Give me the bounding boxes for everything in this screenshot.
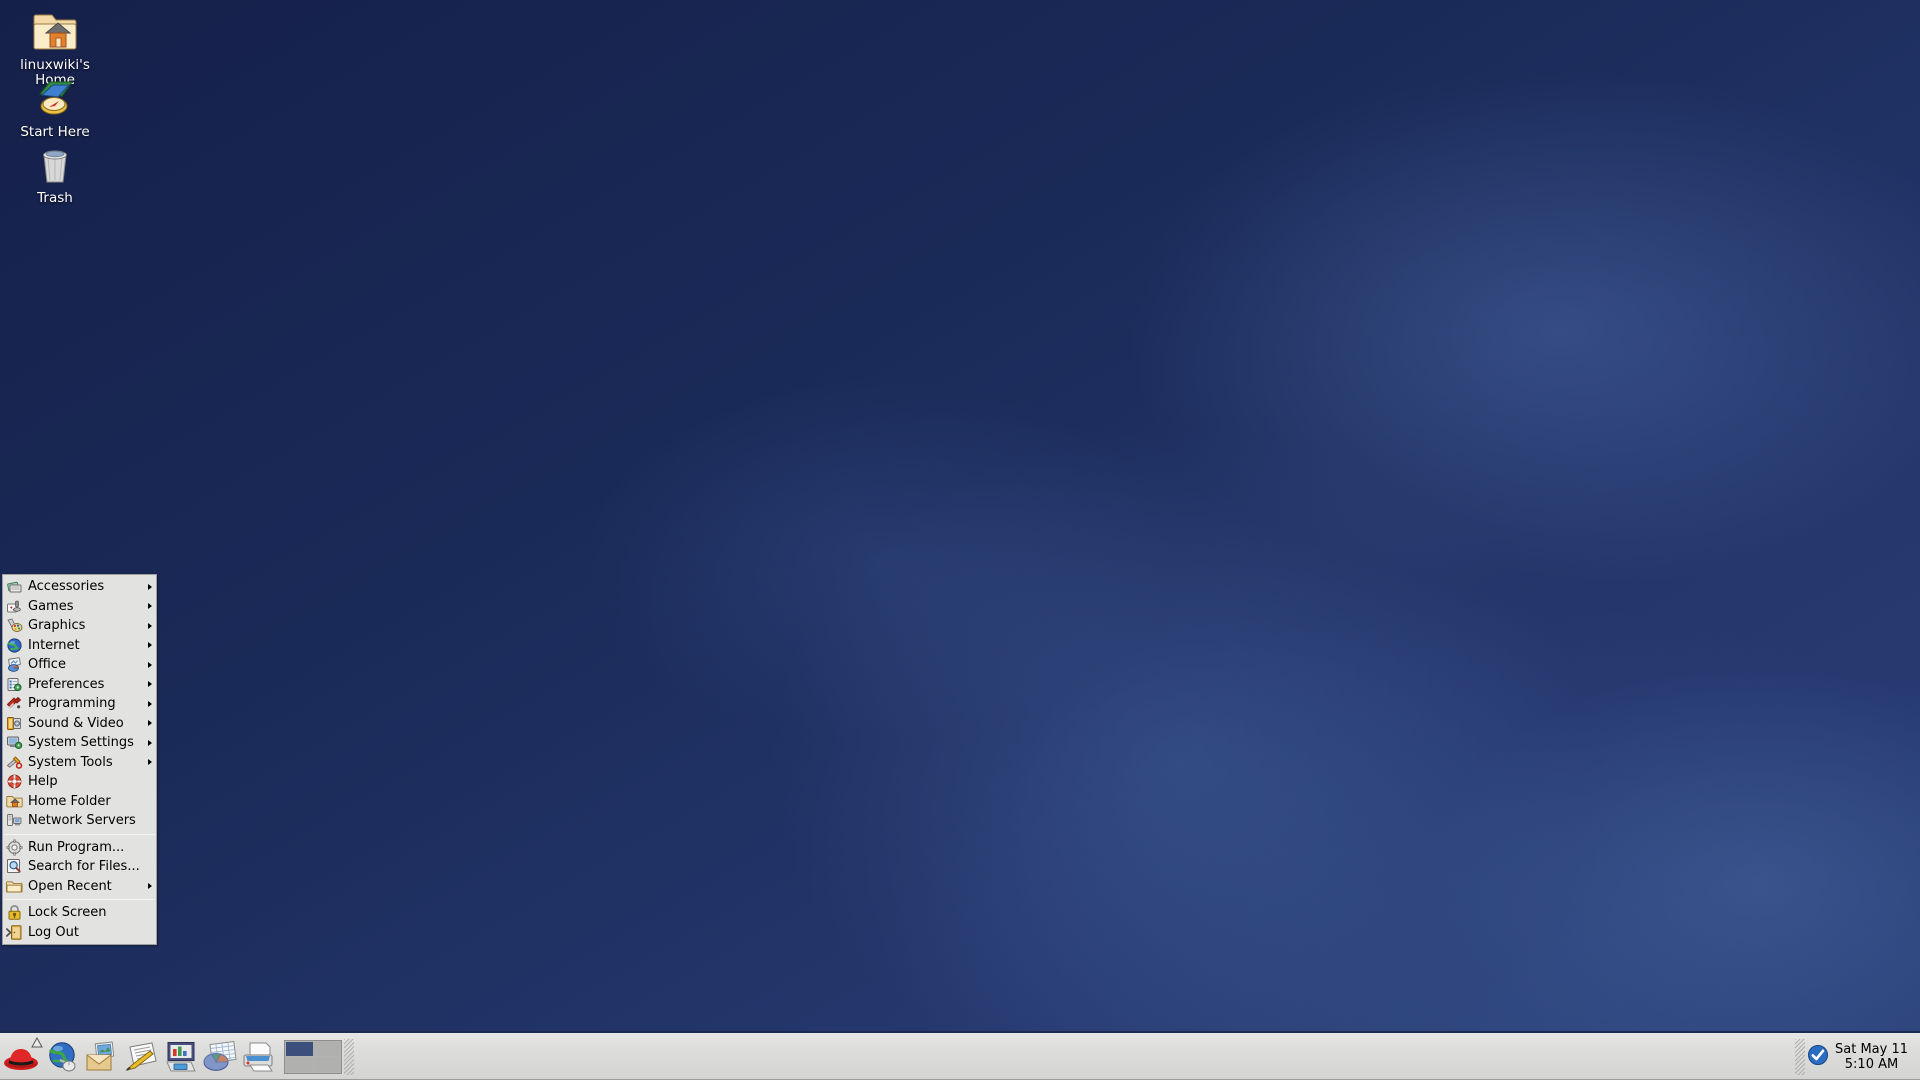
- submenu-arrow-icon: [148, 661, 152, 668]
- workspace-3[interactable]: [286, 1057, 313, 1072]
- web-browser-launcher[interactable]: [44, 1035, 83, 1079]
- presentation-launcher[interactable]: [161, 1035, 200, 1079]
- network-servers-icon: [6, 812, 23, 829]
- start-here-icon: [28, 74, 82, 122]
- open-recent-icon: [6, 878, 23, 895]
- submenu-arrow-icon: [148, 603, 152, 610]
- programming-icon: [6, 695, 23, 712]
- submenu-arrow-icon: [148, 642, 152, 649]
- clock-time: 5:10 AM: [1844, 1056, 1899, 1072]
- workspace-switcher[interactable]: [284, 1039, 342, 1074]
- workspace-1[interactable]: [286, 1041, 313, 1056]
- print-manager-launcher[interactable]: [239, 1035, 278, 1079]
- menu-item-system-tools[interactable]: System Tools: [3, 753, 156, 773]
- menu-item-log-out[interactable]: Log Out: [3, 923, 156, 943]
- desktop-icon-label: Start Here: [20, 124, 90, 140]
- submenu-arrow-icon: [148, 681, 152, 688]
- clock-applet-handle[interactable]: [1795, 1038, 1805, 1075]
- submenu-arrow-icon: [148, 720, 152, 727]
- help-icon: [6, 773, 23, 790]
- office-icon: [6, 656, 23, 673]
- menu-item-label: Graphics: [28, 618, 86, 634]
- system-tools-icon: [6, 754, 23, 771]
- email-launcher[interactable]: [83, 1035, 122, 1079]
- panel-launchers: [0, 1033, 356, 1080]
- submenu-arrow-icon: [148, 700, 152, 707]
- lock-screen-icon: [6, 904, 23, 921]
- desktop-icon-start-here[interactable]: Start Here: [1, 74, 109, 140]
- update-ok-icon: [1807, 1044, 1829, 1070]
- menu-item-label: System Tools: [28, 754, 113, 770]
- menu-item-home-folder[interactable]: Home Folder: [3, 792, 156, 812]
- menu-item-sound-video[interactable]: Sound & Video: [3, 714, 156, 734]
- system-settings-icon: [6, 734, 23, 751]
- games-icon: [6, 598, 23, 615]
- menu-item-run-program[interactable]: Run Program...: [3, 838, 156, 858]
- menu-item-label: Open Recent: [28, 878, 112, 894]
- home-folder-icon: [28, 7, 82, 55]
- menu-item-search-for-files[interactable]: Search for Files...: [3, 857, 156, 877]
- desktop-icon-label: Trash: [37, 190, 73, 206]
- menu-item-programming[interactable]: Programming: [3, 694, 156, 714]
- menu-item-label: Internet: [28, 637, 80, 653]
- menu-item-label: System Settings: [28, 735, 134, 751]
- bottom-panel[interactable]: Sat May 11 5:10 AM: [0, 1031, 1920, 1080]
- menu-item-label: Network Servers: [28, 813, 136, 829]
- preferences-icon: [6, 676, 23, 693]
- submenu-arrow-icon: [148, 622, 152, 629]
- menu-item-label: Run Program...: [28, 839, 125, 855]
- menu-separator: [4, 899, 155, 900]
- submenu-arrow-icon: [148, 883, 152, 890]
- menu-item-network-servers[interactable]: Network Servers: [3, 811, 156, 831]
- submenu-arrow-icon: [148, 739, 152, 746]
- search-icon: [6, 858, 23, 875]
- menu-item-label: Programming: [28, 696, 116, 712]
- menu-item-games[interactable]: Games: [3, 597, 156, 617]
- applications-menu[interactable]: Accessories Games Graphics Internet Offi…: [2, 574, 157, 945]
- clock-applet[interactable]: Sat May 11 5:10 AM: [1807, 1042, 1912, 1072]
- menu-item-open-recent[interactable]: Open Recent: [3, 877, 156, 897]
- menu-item-label: Games: [28, 598, 74, 614]
- log-out-icon: [6, 924, 23, 941]
- menu-item-graphics[interactable]: Graphics: [3, 616, 156, 636]
- submenu-arrow-icon: [148, 583, 152, 590]
- menu-item-label: Lock Screen: [28, 905, 107, 921]
- menu-item-label: Help: [28, 774, 58, 790]
- panel-drag-handle[interactable]: [344, 1038, 354, 1075]
- word-processor-launcher[interactable]: [122, 1035, 161, 1079]
- accessories-icon: [6, 578, 23, 595]
- menu-item-label: Sound & Video: [28, 715, 124, 731]
- workspace-2[interactable]: [313, 1041, 340, 1056]
- menu-item-label: Office: [28, 657, 66, 673]
- menu-item-label: Accessories: [28, 579, 105, 595]
- clock-date: Sat May 11: [1835, 1041, 1908, 1057]
- menu-item-preferences[interactable]: Preferences: [3, 675, 156, 695]
- panel-status-area: Sat May 11 5:10 AM: [1793, 1033, 1920, 1080]
- menu-item-office[interactable]: Office: [3, 655, 156, 675]
- menu-item-help[interactable]: Help: [3, 772, 156, 792]
- menu-item-label: Log Out: [28, 924, 79, 940]
- desktop-icon-trash[interactable]: Trash: [1, 140, 109, 206]
- internet-icon: [6, 637, 23, 654]
- menu-item-label: Home Folder: [28, 793, 111, 809]
- alert-triangle-icon: [31, 1036, 43, 1047]
- menu-item-label: Preferences: [28, 676, 105, 692]
- sound-video-icon: [6, 715, 23, 732]
- desktop-background[interactable]: linuxwiki's Home Start Here Trash Access…: [0, 0, 1920, 1080]
- spreadsheet-launcher[interactable]: [200, 1035, 239, 1079]
- graphics-icon: [6, 617, 23, 634]
- run-program-icon: [6, 839, 23, 856]
- submenu-arrow-icon: [148, 759, 152, 766]
- workspace-4[interactable]: [313, 1057, 340, 1072]
- menu-item-accessories[interactable]: Accessories: [3, 577, 156, 597]
- menu-item-label: Search for Files...: [28, 859, 140, 875]
- menu-item-system-settings[interactable]: System Settings: [3, 733, 156, 753]
- menu-item-internet[interactable]: Internet: [3, 636, 156, 656]
- menu-item-lock-screen[interactable]: Lock Screen: [3, 903, 156, 923]
- main-menu-button[interactable]: [0, 1035, 44, 1079]
- trash-icon: [28, 140, 82, 188]
- home-folder-icon: [6, 793, 23, 810]
- menu-separator: [4, 833, 155, 835]
